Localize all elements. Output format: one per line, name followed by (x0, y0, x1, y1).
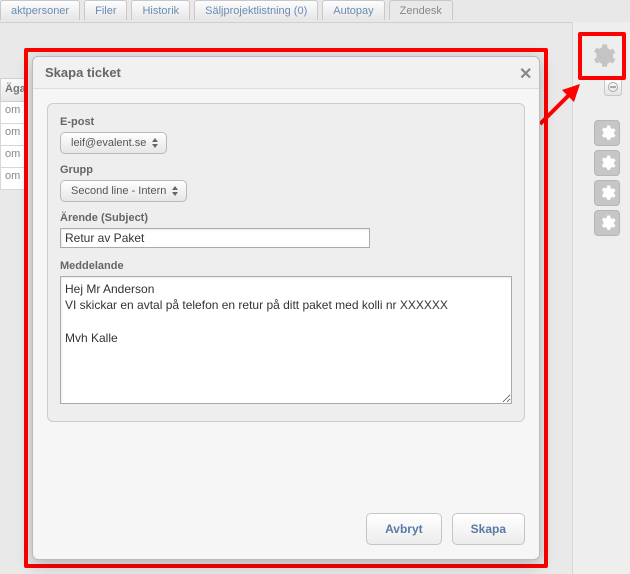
expand-button[interactable] (604, 78, 622, 96)
ticket-gear-button[interactable] (594, 120, 620, 146)
group-select-value: Second line - Intern (71, 185, 166, 197)
email-select-value: leif@evalent.se (71, 137, 146, 149)
circle-minus-icon (608, 82, 618, 92)
create-button[interactable]: Skapa (452, 513, 525, 545)
gear-icon[interactable] (588, 42, 616, 70)
tab-contacts[interactable]: aktpersoner (0, 0, 80, 20)
ticket-gear-button[interactable] (594, 150, 620, 176)
subject-input[interactable] (60, 228, 370, 248)
cancel-button[interactable]: Avbryt (366, 513, 442, 545)
group-label: Grupp (60, 164, 512, 176)
form-panel: E-post leif@evalent.se Grupp Second line… (47, 103, 525, 422)
ticket-gears-column (594, 120, 620, 236)
close-icon: ✕ (519, 66, 532, 83)
create-ticket-modal: Skapa ticket ✕ E-post leif@evalent.se Gr… (32, 56, 540, 560)
modal-highlight: Skapa ticket ✕ E-post leif@evalent.se Gr… (24, 48, 548, 568)
ticket-gear-button[interactable] (594, 180, 620, 206)
ticket-gear-button[interactable] (594, 210, 620, 236)
tab-sales-projects[interactable]: Säljprojektlistning (0) (194, 0, 318, 20)
right-panel (572, 22, 630, 574)
message-label: Meddelande (60, 260, 512, 272)
tab-zendesk[interactable]: Zendesk (389, 0, 453, 20)
close-button[interactable]: ✕ (513, 63, 531, 81)
tab-files[interactable]: Filer (84, 0, 127, 20)
app-root: aktpersoner Filer Historik Säljprojektli… (0, 0, 630, 574)
select-caret-icon (170, 184, 180, 198)
tab-autopay[interactable]: Autopay (322, 0, 384, 20)
email-label: E-post (60, 116, 512, 128)
subject-label: Ärende (Subject) (60, 212, 512, 224)
group-select[interactable]: Second line - Intern (60, 180, 187, 202)
modal-footer: Avbryt Skapa (33, 499, 539, 559)
message-textarea[interactable] (60, 276, 512, 404)
tabs-row: aktpersoner Filer Historik Säljprojektli… (0, 0, 630, 22)
email-select[interactable]: leif@evalent.se (60, 132, 167, 154)
zendesk-gear-highlight (578, 32, 626, 80)
tab-history[interactable]: Historik (131, 0, 190, 20)
modal-title: Skapa ticket (45, 65, 121, 80)
modal-header: Skapa ticket ✕ (33, 57, 539, 89)
select-caret-icon (150, 136, 160, 150)
modal-body: E-post leif@evalent.se Grupp Second line… (33, 89, 539, 422)
